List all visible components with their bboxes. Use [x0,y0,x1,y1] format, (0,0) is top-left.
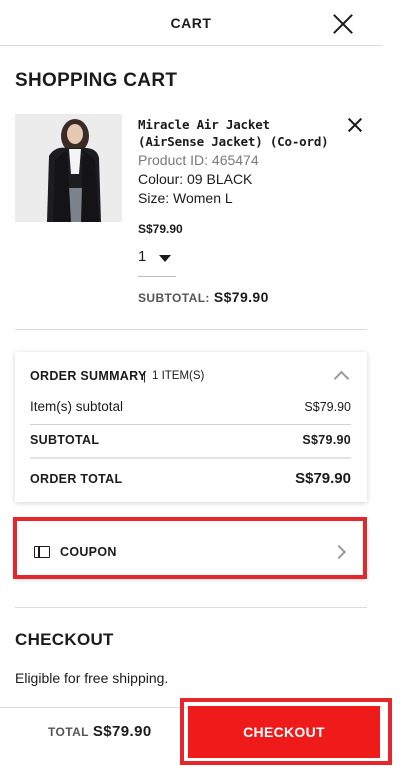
divider [15,607,367,608]
items-subtotal-label: Item(s) subtotal [30,399,124,414]
chevron-down-icon [159,255,171,262]
footer-total: TOTAL S$79.90 [48,723,152,740]
order-summary-separator: | [143,369,147,383]
summary-divider [30,424,351,425]
coupon-icon [34,546,50,558]
items-subtotal-value: S$79.90 [304,400,351,414]
item-subtotal-value: S$79.90 [213,289,269,305]
quantity-select[interactable]: 1 [138,248,176,277]
order-total-label: ORDER TOTAL [30,472,123,486]
product-name[interactable]: Miracle Air Jacket (AirSense Jacket) (Co… [138,116,338,150]
order-summary-header[interactable]: ORDER SUMMARY | 1 ITEM(S) [30,369,351,389]
cart-title: CART [170,15,212,31]
subtotal-value: S$79.90 [302,433,351,447]
quantity-value: 1 [138,248,147,265]
order-summary-count: 1 ITEM(S) [152,370,205,382]
order-total-value: S$79.90 [295,470,351,487]
summary-divider [30,457,351,459]
chevron-right-icon [331,544,347,560]
product-price: S$79.90 [138,222,183,236]
footer-total-value: S$79.90 [92,723,152,740]
footer-total-label: TOTAL [48,725,89,739]
item-subtotal-label: SUBTOTAL: [138,291,210,305]
order-summary-card: ORDER SUMMARY | 1 ITEM(S) Item(s) subtot… [15,352,367,502]
product-size: Size: Women L [138,190,233,206]
items-subtotal-row: Item(s) subtotal S$79.90 [30,399,351,419]
remove-item-icon[interactable] [348,118,362,132]
checkout-heading: CHECKOUT [15,630,114,649]
subtotal-row: SUBTOTAL S$79.90 [30,433,351,453]
coupon-label: COUPON [60,545,117,559]
divider [15,329,367,330]
order-summary-title: ORDER SUMMARY [30,369,147,383]
coupon-button[interactable]: COUPON [15,521,367,579]
product-image-illustration [15,114,122,222]
order-total-row: ORDER TOTAL S$79.90 [30,470,351,490]
item-subtotal: SUBTOTAL: S$79.90 [138,289,269,305]
cart-header: CART [0,0,382,46]
subtotal-label: SUBTOTAL [30,433,100,447]
product-id: Product ID: 465474 [138,152,259,168]
shopping-cart-heading: SHOPPING CART [15,70,178,91]
close-icon[interactable] [332,13,354,35]
checkout-button[interactable]: CHECKOUT [188,706,380,758]
product-colour: Colour: 09 BLACK [138,171,253,187]
shipping-note: Eligible for free shipping. [15,670,169,686]
product-image[interactable] [15,114,122,222]
